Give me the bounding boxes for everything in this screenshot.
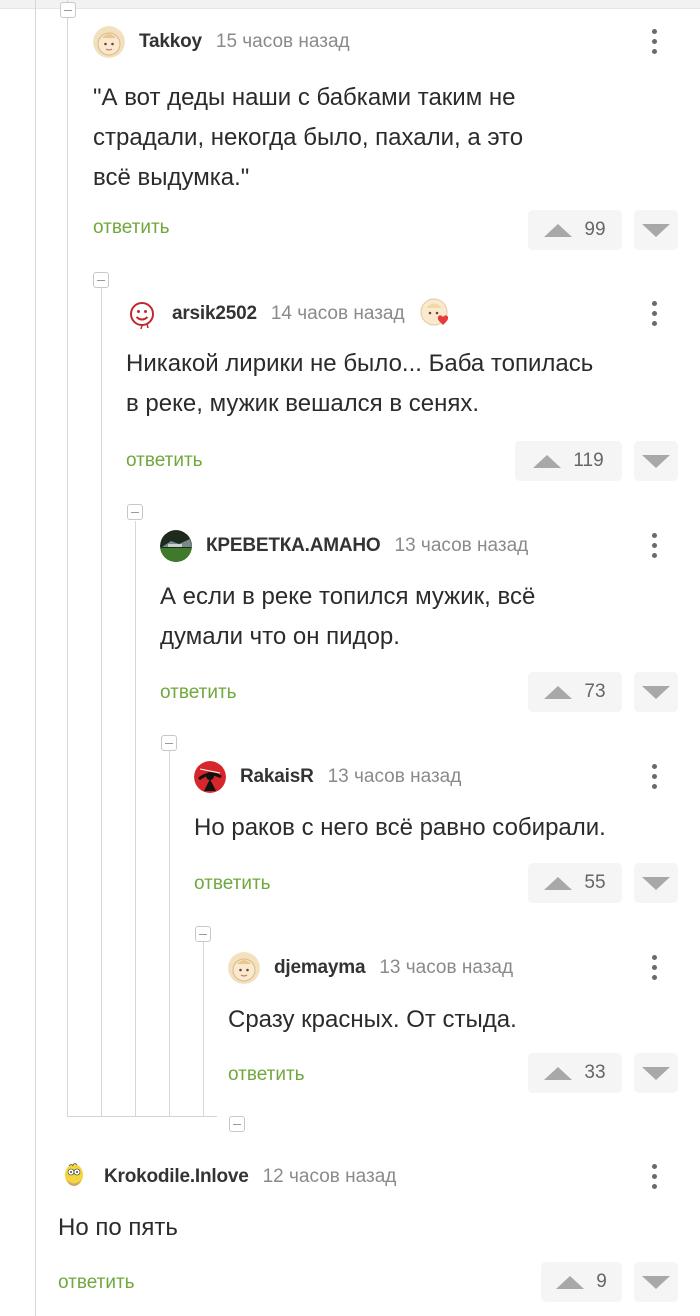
comment-header: КРЕВЕТКА.АМАНО 13 часов назад <box>160 530 528 562</box>
arrow-up-icon <box>544 876 573 890</box>
reply-link[interactable]: ответить <box>126 450 203 472</box>
timestamp[interactable]: 12 часов назад <box>263 1166 397 1188</box>
timestamp[interactable]: 14 часов назад <box>271 303 405 325</box>
timestamp[interactable]: 13 часов назад <box>395 535 529 557</box>
collapse-thread-button[interactable] <box>161 735 177 751</box>
comment-text: Но по пять <box>58 1214 178 1241</box>
arrow-down-icon <box>642 1066 670 1080</box>
collapse-thread-button[interactable] <box>93 272 109 288</box>
username[interactable]: arsik2502 <box>172 303 257 325</box>
arrow-up-icon <box>533 454 562 468</box>
arrow-up-icon <box>544 223 573 237</box>
rating-count: 9 <box>596 1271 607 1292</box>
more-options-icon[interactable] <box>644 27 664 57</box>
homer-avatar[interactable] <box>58 1161 90 1193</box>
downvote-button[interactable] <box>634 1053 678 1093</box>
reply-link[interactable]: ответить <box>93 217 170 239</box>
thread-line <box>35 0 36 1316</box>
arrow-up-icon <box>556 1275 585 1289</box>
dark-landscape-avatar[interactable] <box>160 530 192 562</box>
username[interactable]: Takkoy <box>139 31 202 53</box>
arrow-down-icon <box>642 876 670 890</box>
comment-header: arsik2502 14 часов назад <box>126 298 453 330</box>
thread-line <box>101 288 102 1116</box>
timestamp[interactable]: 13 часов назад <box>379 957 513 979</box>
rating-count: 33 <box>584 1062 606 1083</box>
baby-heart-badge <box>419 297 453 331</box>
username[interactable]: Krokodile.Inlove <box>104 1166 249 1188</box>
comment-text: Но раков с него всё равно собирали. <box>194 814 606 841</box>
comment-header: Takkoy 15 часов назад <box>93 26 350 58</box>
comment-text: А если в реке топился мужик, всё думали … <box>160 583 536 650</box>
baby-face-avatar[interactable] <box>93 26 125 58</box>
arrow-down-icon <box>642 454 670 468</box>
reply-link[interactable]: ответить <box>228 1064 305 1086</box>
red-smiley-avatar[interactable] <box>126 298 158 330</box>
thread-line <box>67 0 68 1116</box>
more-options-icon[interactable] <box>644 762 664 792</box>
thread-line-bottom <box>67 1116 217 1117</box>
comment-text: Никакой лирики не было... Баба топилась … <box>126 350 594 417</box>
timestamp[interactable]: 15 часов назад <box>216 31 350 53</box>
thread-line <box>169 751 170 1116</box>
thread-line <box>203 942 204 1116</box>
arrow-down-icon <box>642 685 670 699</box>
reply-link[interactable]: ответить <box>160 682 237 704</box>
username[interactable]: RakaisR <box>240 766 314 788</box>
timestamp[interactable]: 13 часов назад <box>328 766 462 788</box>
arrow-up-icon <box>544 685 573 699</box>
red-ninja-avatar[interactable] <box>194 761 226 793</box>
rating-count: 55 <box>584 872 606 893</box>
upvote-button[interactable]: 33 <box>528 1053 622 1093</box>
rating-count: 99 <box>584 219 606 240</box>
downvote-button[interactable] <box>634 863 678 903</box>
comment-header: Krokodile.Inlove 12 часов назад <box>58 1161 396 1193</box>
upvote-button[interactable]: 99 <box>528 210 622 250</box>
upvote-button[interactable]: 9 <box>541 1262 622 1302</box>
downvote-button[interactable] <box>634 210 678 250</box>
username[interactable]: djemayma <box>274 957 366 979</box>
arrow-up-icon <box>544 1066 573 1080</box>
comment-header: djemayma 13 часов назад <box>228 952 513 984</box>
collapse-thread-button[interactable] <box>195 926 211 942</box>
reply-link[interactable]: ответить <box>58 1272 135 1294</box>
baby-face-avatar[interactable] <box>228 952 260 984</box>
downvote-button[interactable] <box>634 672 678 712</box>
more-options-icon[interactable] <box>644 953 664 983</box>
rating-count: 73 <box>584 681 606 702</box>
comment-text: "А вот деды наши с бабками таким не стра… <box>93 84 524 191</box>
collapse-thread-button[interactable] <box>229 1116 245 1132</box>
downvote-button[interactable] <box>634 441 678 481</box>
reply-link[interactable]: ответить <box>194 873 271 895</box>
comment-text: Сразу красных. От стыда. <box>228 1006 517 1033</box>
arrow-down-icon <box>642 1275 670 1289</box>
more-options-icon[interactable] <box>644 299 664 329</box>
upvote-button[interactable]: 55 <box>528 863 622 903</box>
upvote-button[interactable]: 119 <box>515 441 622 481</box>
thread-line <box>135 521 136 1116</box>
collapse-thread-button[interactable] <box>60 2 76 18</box>
username[interactable]: КРЕВЕТКА.АМАНО <box>206 535 381 557</box>
collapse-thread-button[interactable] <box>127 504 143 520</box>
rating-count: 119 <box>573 450 604 471</box>
comment-header: RakaisR 13 часов назад <box>194 761 461 793</box>
downvote-button[interactable] <box>634 1262 678 1302</box>
top-border <box>0 0 700 9</box>
upvote-button[interactable]: 73 <box>528 672 622 712</box>
more-options-icon[interactable] <box>644 531 664 561</box>
more-options-icon[interactable] <box>644 1162 664 1192</box>
arrow-down-icon <box>642 223 670 237</box>
